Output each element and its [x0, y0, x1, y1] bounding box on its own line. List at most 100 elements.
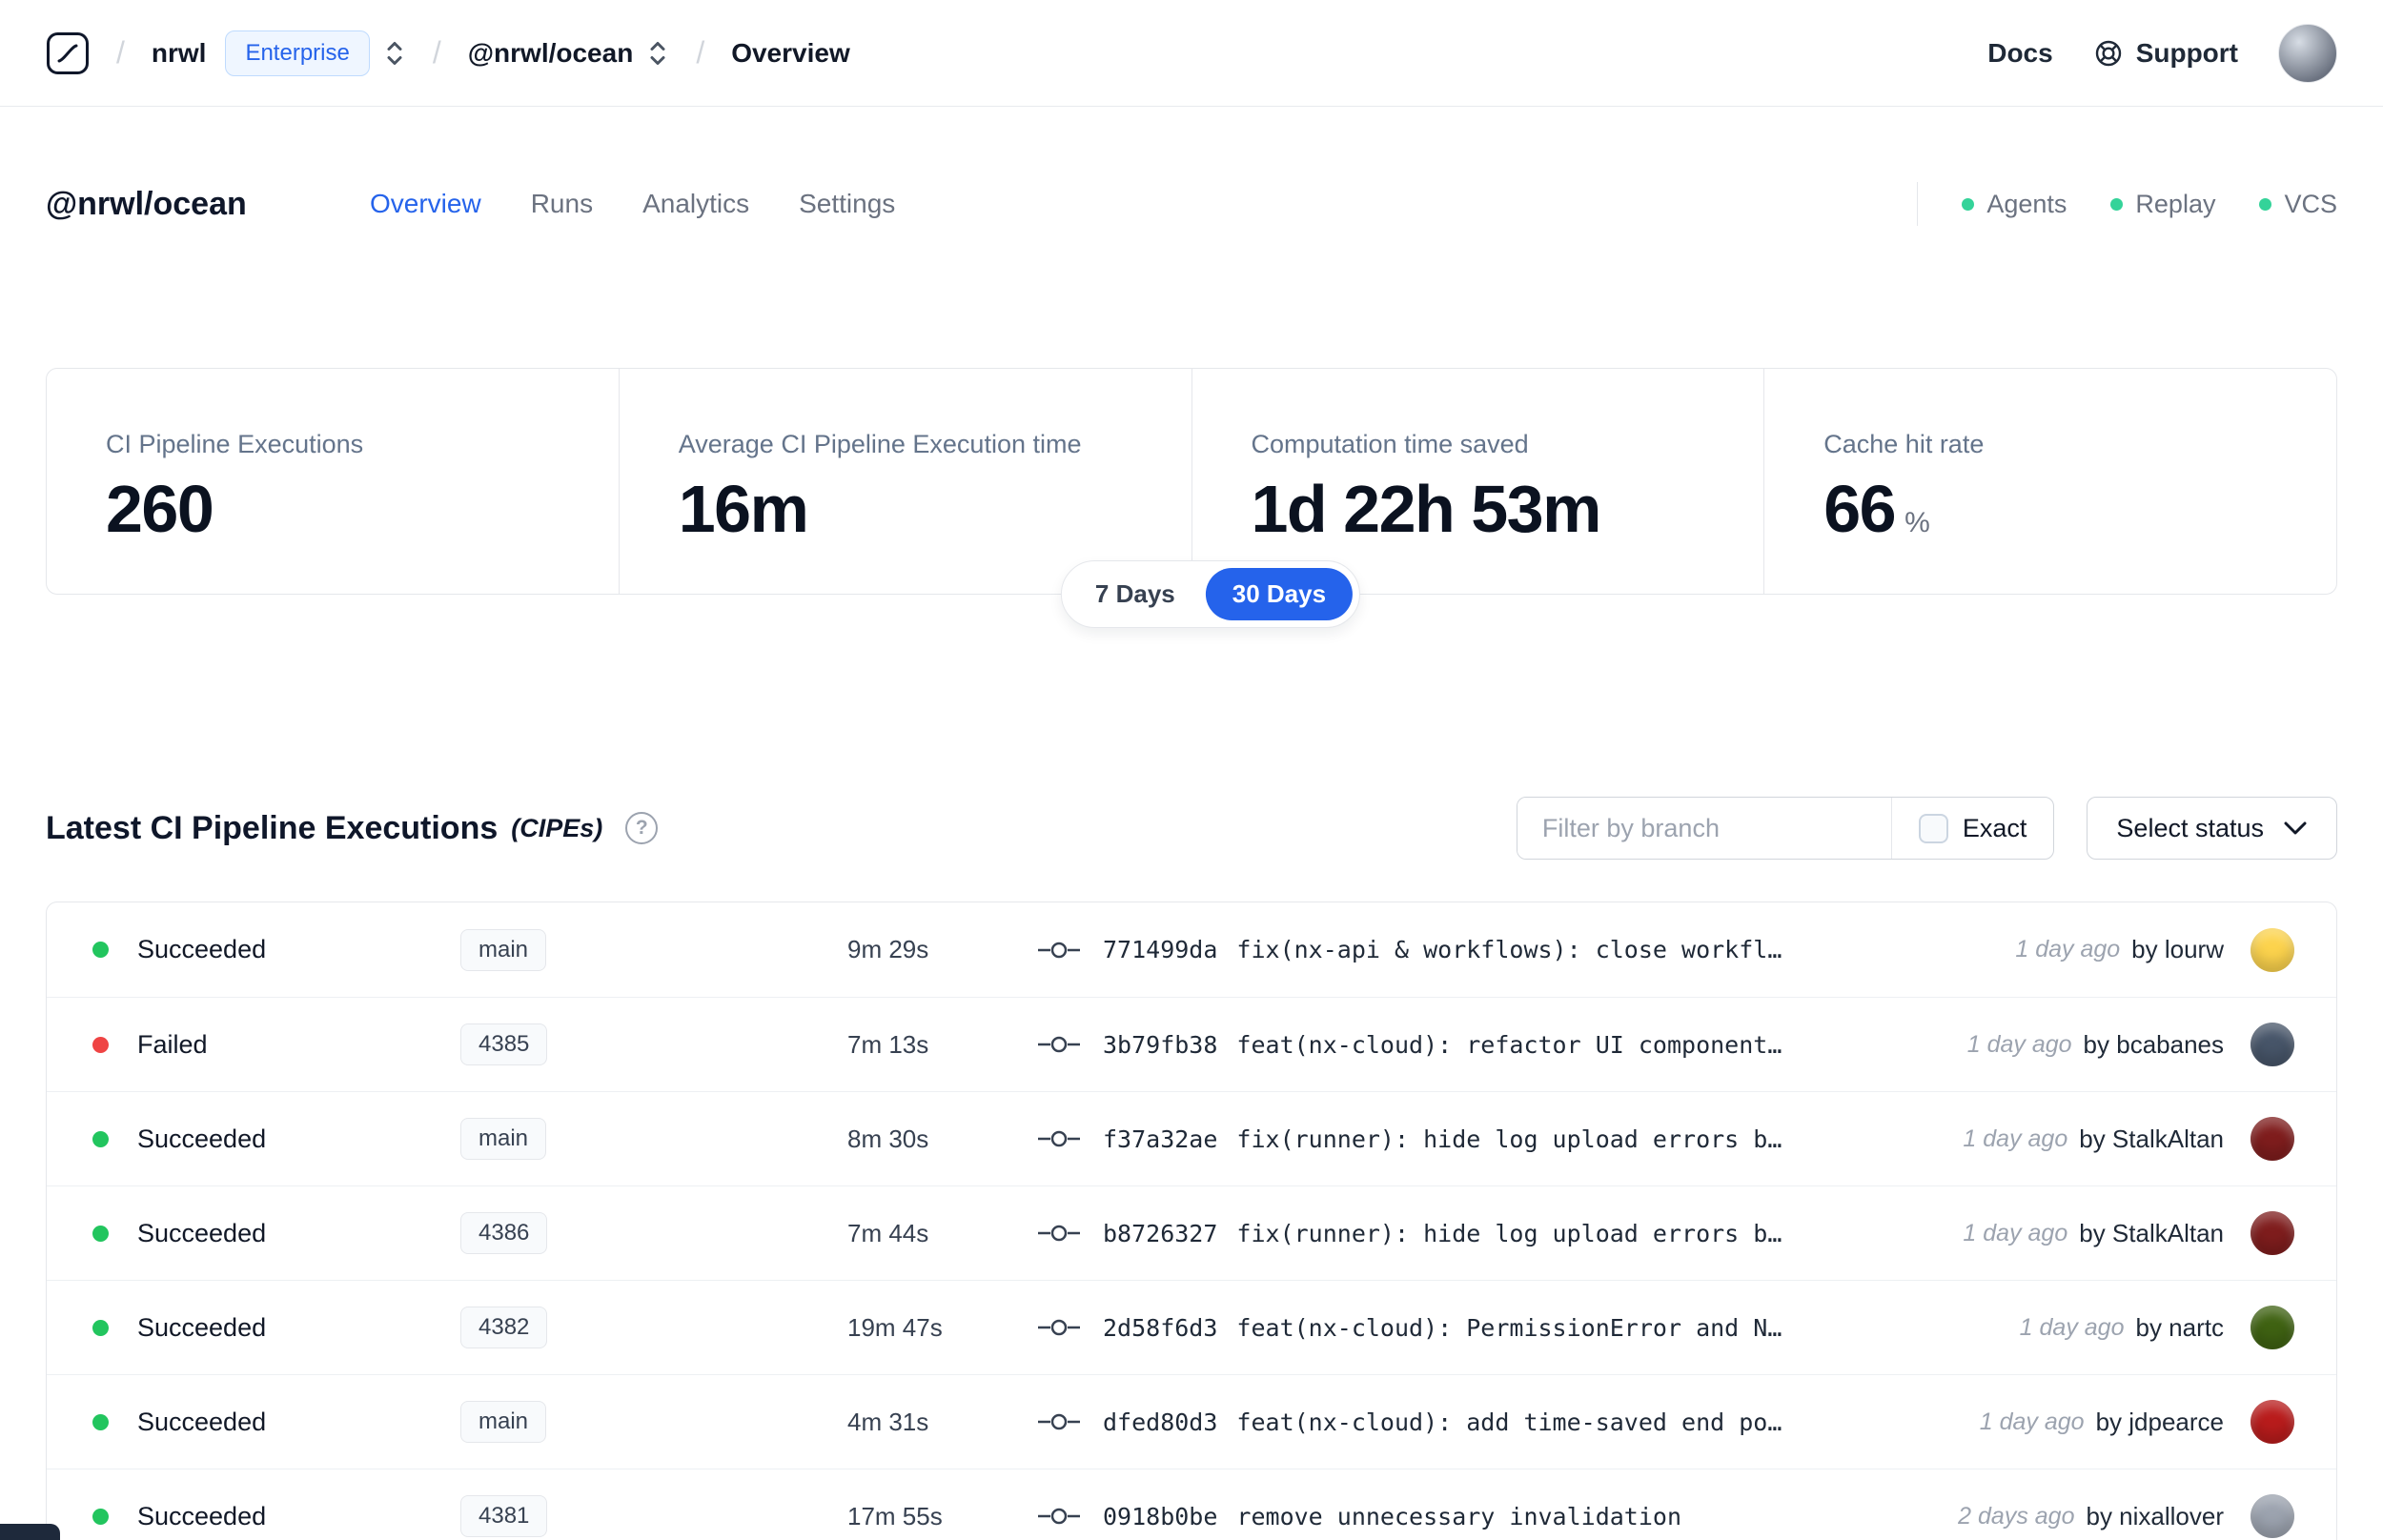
author: by lourw: [2131, 935, 2224, 963]
branch-badge: main: [460, 1401, 547, 1443]
git-commit-icon: [1038, 1036, 1080, 1053]
stat-value: 16m: [678, 472, 809, 546]
exact-toggle[interactable]: Exact: [1890, 798, 2054, 859]
enterprise-badge: Enterprise: [225, 30, 370, 76]
breadcrumb-separator: /: [116, 35, 125, 70]
tab-settings[interactable]: Settings: [799, 189, 895, 219]
stat-ci-pipeline-executions: CI Pipeline Executions 260: [47, 369, 619, 594]
git-commit-icon: [1038, 1225, 1080, 1242]
commit-hash: 0918b0be: [1103, 1502, 1218, 1530]
green-dot-icon: [2259, 197, 2272, 211]
author: by bcabanes: [2083, 1029, 2224, 1059]
support-link[interactable]: Support: [2093, 38, 2238, 69]
avatar: [2251, 1494, 2294, 1538]
status-label: Succeeded: [137, 1124, 267, 1153]
branch-badge: main: [460, 1118, 547, 1160]
branch-filter-input[interactable]: [1517, 798, 1891, 859]
header-status: Agents Replay VCS: [1917, 182, 2337, 226]
section-title: Latest CI Pipeline Executions: [46, 809, 499, 846]
breadcrumb-workspace[interactable]: @nrwl/ocean: [468, 38, 634, 69]
avatar: [2251, 927, 2294, 972]
relative-time: 1 day ago: [1966, 1030, 2072, 1058]
workspace-selector-chevron-icon[interactable]: [646, 37, 669, 70]
table-row[interactable]: Succeeded 4382 19m 47s 2d58f6d3 feat(nx-…: [47, 1280, 2336, 1374]
stat-label: Average CI Pipeline Execution time: [678, 430, 1082, 458]
table-row[interactable]: Succeeded 4386 7m 44s b8726327 fix(runne…: [47, 1185, 2336, 1280]
git-commit-icon: [1038, 1508, 1080, 1525]
chat-widget[interactable]: [0, 1524, 60, 1540]
range-option-7-days[interactable]: 7 Days: [1069, 568, 1202, 620]
relative-time: 2 days ago: [1958, 1502, 2075, 1530]
topbar-right: Docs Support: [1987, 23, 2337, 83]
relative-time: 1 day ago: [2015, 936, 2121, 962]
commit-message: fix(runner): hide log upload errors b…: [1236, 1125, 1782, 1153]
select-status-dropdown[interactable]: Select status: [2087, 797, 2337, 860]
stat-value: 66: [1823, 472, 1896, 546]
exact-checkbox[interactable]: [1918, 813, 1948, 843]
status-dot: [92, 1225, 109, 1242]
commit-message: feat(nx-cloud): add time-saved end po…: [1236, 1408, 1782, 1436]
section-title-suffix: (CIPEs): [511, 813, 603, 842]
stat-label: Cache hit rate: [1823, 430, 1985, 458]
status-label: Succeeded: [137, 935, 267, 963]
status-dot: [92, 1508, 109, 1525]
tab-overview[interactable]: Overview: [370, 189, 481, 219]
status-item-agents[interactable]: Agents: [1962, 190, 2067, 219]
avatar: [2251, 1117, 2294, 1161]
org-selector-chevron-icon[interactable]: [383, 37, 406, 70]
duration: 7m 44s: [847, 1218, 929, 1247]
stat-suffix: %: [1904, 507, 1930, 538]
duration: 17m 55s: [847, 1501, 943, 1530]
table-row[interactable]: Succeeded main 8m 30s f37a32ae fix(runne…: [47, 1091, 2336, 1185]
branch-filter-group: Exact: [1516, 797, 2055, 860]
breadcrumb-separator: /: [696, 35, 705, 70]
support-label: Support: [2135, 37, 2238, 68]
select-status-label: Select status: [2116, 813, 2264, 842]
stats-cards: CI Pipeline Executions 260 Average CI Pi…: [46, 368, 2337, 628]
user-avatar[interactable]: [2278, 23, 2337, 83]
branch-badge: 4382: [460, 1307, 548, 1348]
nx-cloud-logo[interactable]: [46, 31, 90, 75]
relative-time: 1 day ago: [1963, 1219, 2068, 1246]
commit-message: fix(nx-api & workflows): close workfl…: [1236, 936, 1782, 963]
status-label: Succeeded: [137, 1501, 267, 1530]
table-row[interactable]: Succeeded main 4m 31s dfed80d3 feat(nx-c…: [47, 1374, 2336, 1469]
duration: 4m 31s: [847, 1407, 929, 1436]
range-option-30-days[interactable]: 30 Days: [1205, 568, 1354, 620]
relative-time: 1 day ago: [2019, 1313, 2125, 1341]
author: by nixallover: [2086, 1501, 2224, 1530]
status-item-label: Replay: [2135, 189, 2216, 218]
stat-value: 1d 22h 53m: [1251, 472, 1602, 546]
duration: 9m 29s: [847, 935, 929, 963]
lifebuoy-icon: [2095, 40, 2121, 66]
status-label: Succeeded: [137, 1407, 267, 1436]
avatar: [2251, 1400, 2294, 1444]
status-dot: [92, 942, 109, 958]
help-icon[interactable]: ?: [625, 812, 659, 844]
stat-cache-hit-rate: Cache hit rate 66%: [1763, 369, 2336, 594]
commit-message: remove unnecessary invalidation: [1236, 1502, 1682, 1530]
avatar: [2251, 1211, 2294, 1255]
author: by nartc: [2135, 1312, 2225, 1342]
git-commit-icon: [1038, 1319, 1080, 1336]
workspace-tabs: Overview Runs Analytics Settings: [370, 189, 895, 219]
docs-link[interactable]: Docs: [1987, 38, 2052, 69]
status-item-vcs[interactable]: VCS: [2259, 190, 2337, 219]
table-row[interactable]: Succeeded main 9m 29s 771499da fix(nx-ap…: [47, 902, 2336, 997]
table-row[interactable]: Succeeded 4381 17m 55s 0918b0be remove u…: [47, 1469, 2336, 1540]
tab-analytics[interactable]: Analytics: [642, 189, 749, 219]
stat-value: 260: [106, 472, 214, 546]
commit-message: feat(nx-cloud): PermissionError and N…: [1236, 1313, 1782, 1342]
status-dot: [92, 1319, 109, 1336]
commit-hash: 771499da: [1103, 936, 1218, 963]
commit-hash: b8726327: [1103, 1219, 1218, 1247]
status-label: Succeeded: [137, 1312, 267, 1342]
git-commit-icon: [1038, 1130, 1080, 1147]
status-item-replay[interactable]: Replay: [2110, 190, 2215, 219]
table-row[interactable]: Failed 4385 7m 13s 3b79fb38 feat(nx-clou…: [47, 997, 2336, 1091]
breadcrumb-org[interactable]: nrwl: [152, 38, 207, 69]
tab-runs[interactable]: Runs: [531, 189, 593, 219]
vertical-divider: [1917, 182, 1919, 226]
cipes-section-header: Latest CI Pipeline Executions (CIPEs) ? …: [46, 797, 2337, 860]
date-range-toggle: 7 Days 30 Days: [1060, 560, 1361, 628]
